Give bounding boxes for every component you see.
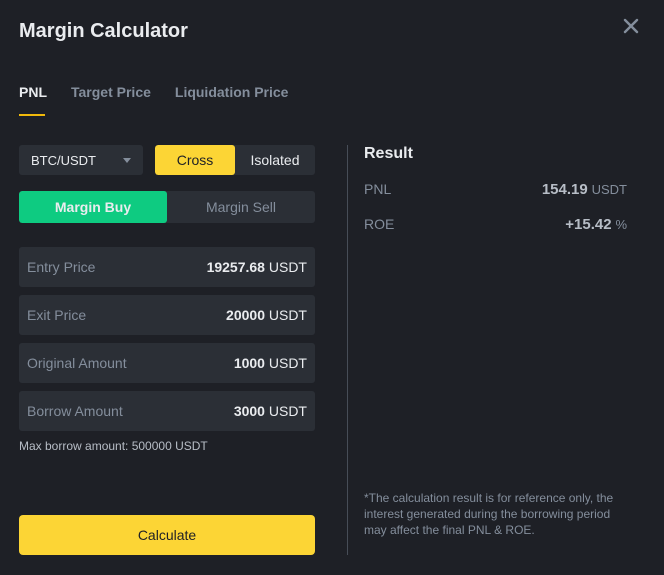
field-unit: USDT xyxy=(268,259,307,275)
field-number: 20000 xyxy=(226,307,265,323)
cross-button[interactable]: Cross xyxy=(155,145,235,175)
result-row-pnl: PNL 154.19 USDT xyxy=(364,181,627,198)
result-unit: USDT xyxy=(591,182,627,197)
calculator-tabs: PNL Target Price Liquidation Price xyxy=(19,84,312,116)
field-value: 20000 USDT xyxy=(226,307,307,323)
pair-select[interactable]: BTC/USDT xyxy=(19,145,143,175)
field-label: Borrow Amount xyxy=(27,403,123,419)
input-panel: BTC/USDT Cross Isolated Margin Buy Margi… xyxy=(19,145,315,453)
margin-buy-button[interactable]: Margin Buy xyxy=(19,191,167,223)
entry-price-field[interactable]: Entry Price 19257.68 USDT xyxy=(19,247,315,287)
field-unit: USDT xyxy=(268,355,307,371)
result-unit: % xyxy=(615,217,627,232)
result-label: ROE xyxy=(364,216,395,232)
field-number: 1000 xyxy=(233,355,265,371)
field-value: 3000 USDT xyxy=(234,403,307,419)
result-row-roe: ROE +15.42 % xyxy=(364,216,627,233)
margin-sell-button[interactable]: Margin Sell xyxy=(167,191,315,223)
close-icon xyxy=(623,18,639,34)
close-button[interactable] xyxy=(621,16,641,36)
max-borrow-hint: Max borrow amount: 500000 USDT xyxy=(19,439,208,453)
original-amount-field[interactable]: Original Amount 1000 USDT xyxy=(19,343,315,383)
exit-price-field[interactable]: Exit Price 20000 USDT xyxy=(19,295,315,335)
disclaimer-note: *The calculation result is for reference… xyxy=(364,491,614,537)
modal-title: Margin Calculator xyxy=(19,20,188,42)
result-number: 154.19 xyxy=(541,181,588,198)
result-value: +15.42 % xyxy=(565,216,627,233)
field-label: Entry Price xyxy=(27,259,96,275)
result-label: PNL xyxy=(364,181,392,197)
calculate-button[interactable]: Calculate xyxy=(19,515,315,555)
field-label: Exit Price xyxy=(27,307,87,323)
result-number: +15.42 xyxy=(565,216,612,233)
isolated-button[interactable]: Isolated xyxy=(235,145,315,175)
field-number: 3000 xyxy=(233,403,265,419)
result-title: Result xyxy=(364,145,413,162)
side-toggle: Margin Buy Margin Sell xyxy=(19,191,315,223)
field-value: 1000 USDT xyxy=(234,355,307,371)
field-number: 19257.68 xyxy=(206,259,265,275)
panel-divider xyxy=(347,145,348,555)
caret-down-icon xyxy=(123,157,131,163)
field-unit: USDT xyxy=(268,307,307,323)
tab-target-price[interactable]: Target Price xyxy=(71,84,151,116)
margin-mode-toggle: Cross Isolated xyxy=(155,145,315,175)
result-panel: Result PNL 154.19 USDT ROE +15.42 % xyxy=(364,145,627,233)
result-value: 154.19 USDT xyxy=(542,181,627,198)
tab-pnl[interactable]: PNL xyxy=(19,84,47,116)
tab-liquidation-price[interactable]: Liquidation Price xyxy=(175,84,289,116)
pair-select-value: BTC/USDT xyxy=(31,152,96,168)
margin-calculator-modal: Margin Calculator PNL Target Price Liqui… xyxy=(0,0,664,575)
field-value: 19257.68 USDT xyxy=(207,259,307,275)
borrow-amount-field[interactable]: Borrow Amount 3000 USDT xyxy=(19,391,315,431)
field-unit: USDT xyxy=(268,403,307,419)
field-label: Original Amount xyxy=(27,355,127,371)
input-fields: Entry Price 19257.68 USDT Exit Price 200… xyxy=(19,247,315,453)
